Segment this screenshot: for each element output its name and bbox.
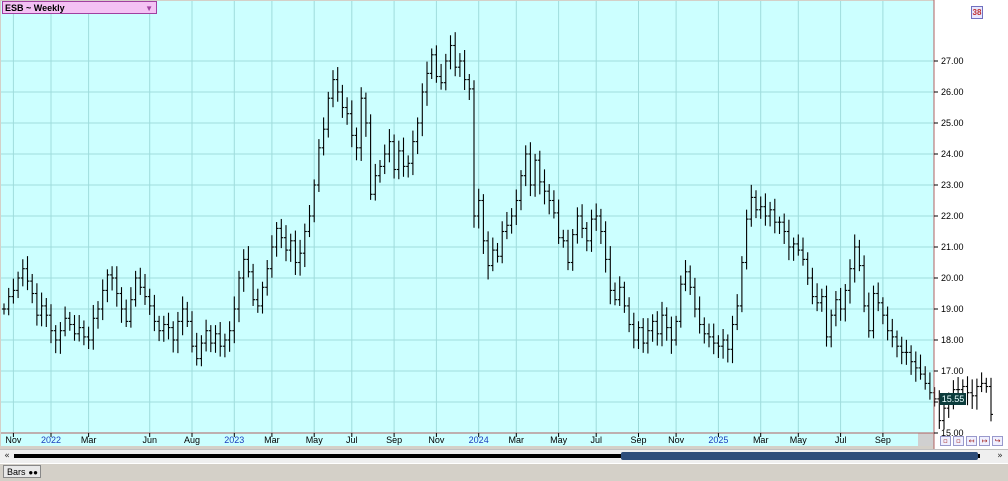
x-tick-label: Mar xyxy=(81,435,97,445)
x-tick-label: Jul xyxy=(346,435,358,445)
y-tick-label: 21.00 xyxy=(941,242,964,252)
bars-tab-label: Bars xyxy=(7,467,26,477)
x-tick-label: 2023 xyxy=(224,435,244,445)
x-tick-label: Aug xyxy=(184,435,200,445)
x-tick-label: May xyxy=(306,435,324,445)
x-tick-label: Mar xyxy=(264,435,280,445)
right-margin-bg xyxy=(934,0,1008,449)
bars-tab[interactable]: Bars ●● xyxy=(3,465,41,478)
x-tick-label: Sep xyxy=(630,435,646,445)
current-period-block xyxy=(918,433,934,446)
x-tick-label: Jul xyxy=(835,435,847,445)
x-tick-label: Nov xyxy=(428,435,445,445)
symbol-label: ESB ~ Weekly xyxy=(5,3,65,13)
x-tick-label: Jun xyxy=(142,435,157,445)
zoom-out-icon[interactable]: ▫ xyxy=(940,436,951,446)
scroll-right-icon[interactable]: ↦ xyxy=(979,436,990,446)
chevron-down-icon: ▼ xyxy=(145,4,153,13)
price-chart[interactable]: 15.0016.0017.0018.0019.0020.0021.0022.00… xyxy=(0,0,1008,449)
scroll-left-arrow-icon[interactable]: « xyxy=(1,450,13,462)
y-tick-label: 23.00 xyxy=(941,180,964,190)
x-tick-label: Jul xyxy=(590,435,602,445)
x-tick-label: Nov xyxy=(5,435,22,445)
y-tick-label: 19.00 xyxy=(941,304,964,314)
horizontal-scrollbar[interactable]: « » xyxy=(0,449,1008,463)
chart-style-icon: ●● xyxy=(28,468,38,477)
plot-area xyxy=(1,1,934,433)
scroll-right-arrow-icon[interactable]: » xyxy=(994,450,1006,462)
y-tick-label: 20.00 xyxy=(941,273,964,283)
x-tick-label: Sep xyxy=(386,435,402,445)
zoom-in-icon[interactable]: ▫ xyxy=(953,436,964,446)
x-tick-label: May xyxy=(550,435,568,445)
last-price-label: 15.55 xyxy=(940,393,966,405)
symbol-selector[interactable]: ESB ~ Weekly ▼ xyxy=(2,1,157,14)
x-tick-label: 2025 xyxy=(708,435,728,445)
y-tick-label: 22.00 xyxy=(941,211,964,221)
x-tick-label: 2022 xyxy=(41,435,61,445)
x-tick-label: May xyxy=(790,435,808,445)
x-tick-label: Mar xyxy=(753,435,769,445)
y-tick-label: 27.00 xyxy=(941,56,964,66)
y-tick-label: 17.00 xyxy=(941,366,964,376)
x-tick-label: Sep xyxy=(875,435,891,445)
x-tick-label: Mar xyxy=(509,435,525,445)
chart-settings-icon[interactable]: 38 xyxy=(971,6,983,19)
x-tick-label: Nov xyxy=(668,435,685,445)
scroll-end-icon[interactable]: ↪ xyxy=(992,436,1003,446)
y-tick-label: 18.00 xyxy=(941,335,964,345)
scroll-left-icon[interactable]: ↤ xyxy=(966,436,977,446)
scroll-thumb[interactable] xyxy=(621,452,978,460)
y-tick-label: 25.00 xyxy=(941,118,964,128)
status-bar: Bars ●● xyxy=(0,463,1008,481)
x-tick-label: 2024 xyxy=(469,435,489,445)
y-tick-label: 26.00 xyxy=(941,87,964,97)
y-tick-label: 24.00 xyxy=(941,149,964,159)
